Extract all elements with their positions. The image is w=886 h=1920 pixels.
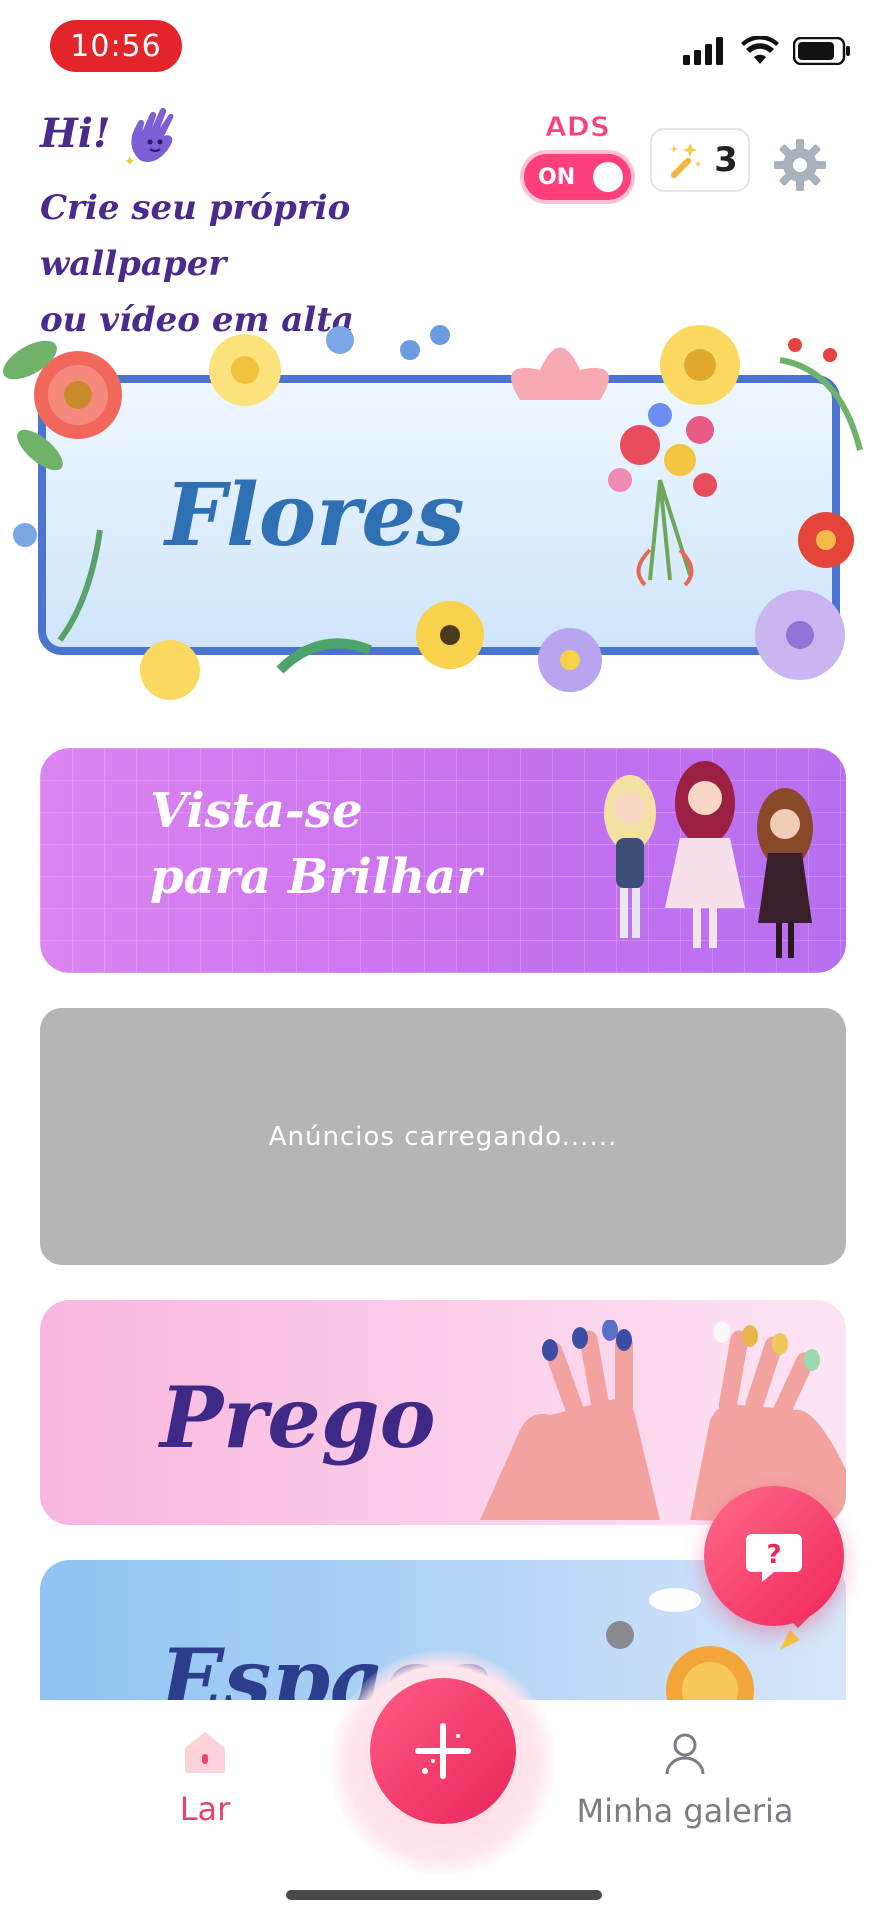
nav-my-gallery[interactable]: Minha galeria [560,1730,810,1830]
wifi-icon [741,36,779,64]
battery-icon [793,37,850,65]
magic-wand-icon [670,143,702,179]
nav-home[interactable]: Lar [150,1730,260,1828]
vista-title-line-2: para Brilhar [150,849,482,905]
toggle-knob [593,162,623,192]
vista-se-banner[interactable]: Vista-se para Brilhar [40,748,846,973]
credits-button[interactable]: 3 [650,128,750,192]
waving-hand-icon: ✦ [124,107,174,170]
user-icon [665,1733,705,1775]
svg-text:✦: ✦ [124,154,136,170]
ads-toggle-state: ON [538,164,576,190]
flores-title: Flores [165,465,465,566]
greeting-text: Hi! [40,110,111,157]
signal-icon [683,37,723,65]
vista-title-line-1: Vista-se [150,783,363,839]
ads-toggle[interactable]: ON [520,150,635,204]
credits-count: 3 [714,140,738,180]
home-icon [185,1732,225,1773]
help-chat-button[interactable]: ? [704,1486,844,1626]
ad-loading-text: Anúncios carregando...... [268,1121,618,1152]
status-time: 10:56 [50,20,182,72]
help-chat-icon: ? [746,1534,802,1582]
create-button[interactable] [370,1678,516,1824]
nav-home-label: Lar [179,1790,231,1828]
subtitle-line-1: Crie seu próprio wallpaper [40,188,351,284]
gear-icon[interactable] [770,135,830,195]
prego-banner[interactable]: Prego [40,1300,846,1525]
dolls-illustration [604,761,813,958]
bottom-nav: Lar Minha galeria [0,1650,886,1920]
home-indicator [286,1890,602,1900]
ad-placeholder: Anúncios carregando...... [40,1008,846,1265]
plus-icon [415,1723,471,1779]
flores-banner[interactable]: Flores [0,300,886,720]
status-icons [683,36,851,66]
vista-se-title: Vista-se para Brilhar [150,778,481,910]
ads-label: ADS [544,110,611,144]
prego-title: Prego [160,1368,436,1467]
nav-gallery-label: Minha galeria [576,1792,794,1830]
help-question-mark: ? [766,1540,781,1570]
